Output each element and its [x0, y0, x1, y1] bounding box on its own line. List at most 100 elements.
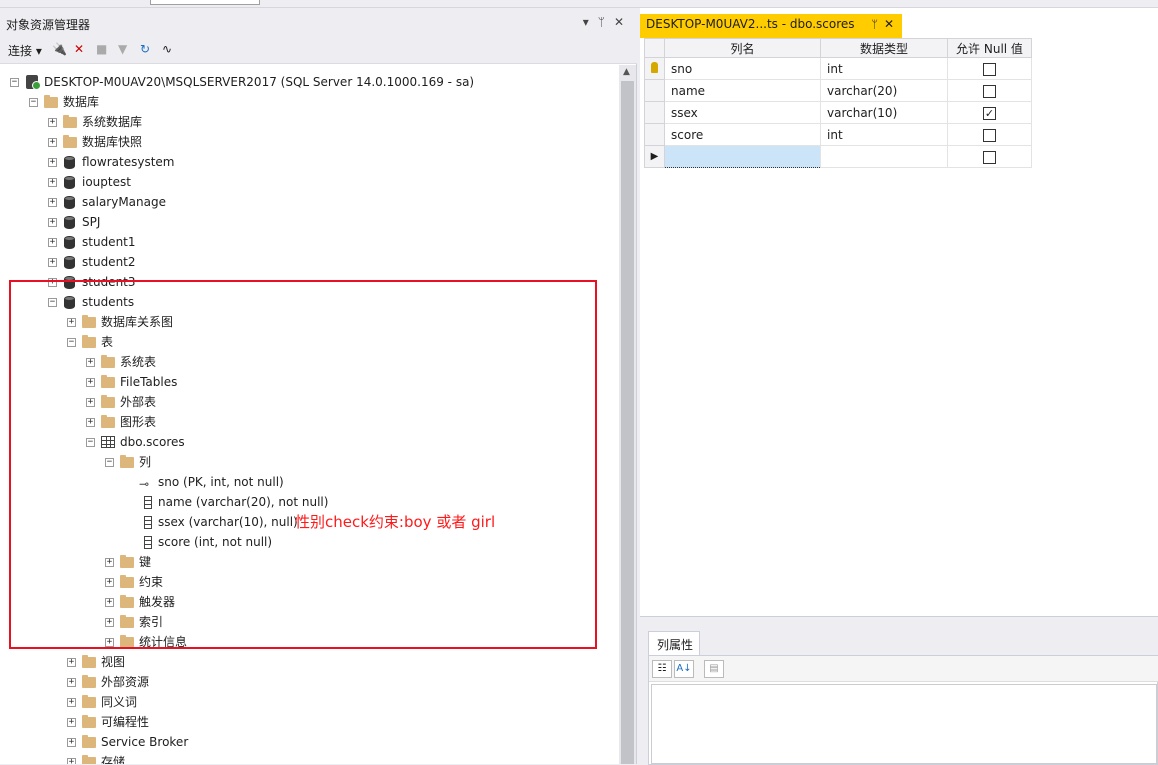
expand-icon[interactable]: + [67, 738, 76, 747]
allow-null-checkbox[interactable] [983, 84, 996, 98]
categorized-icon[interactable]: ☷ [652, 660, 672, 678]
tree-node-label: SPJ [82, 215, 101, 229]
folder-icon [82, 735, 96, 748]
property-pages-icon[interactable]: ▤ [704, 660, 724, 678]
collapse-icon[interactable]: − [67, 338, 76, 347]
folder-icon [120, 575, 134, 588]
table-row[interactable]: score int [644, 123, 1032, 146]
tab-pin-icon[interactable]: ᛘ [871, 18, 878, 31]
column-name-cell[interactable]: score [664, 123, 821, 146]
expand-icon[interactable]: + [67, 318, 76, 327]
folder-icon [63, 115, 77, 128]
data-type-cell[interactable] [820, 145, 948, 168]
data-type-cell[interactable]: varchar(20) [820, 79, 948, 102]
expand-icon[interactable]: + [105, 618, 114, 627]
connect-plug-icon[interactable]: 🔌 [52, 42, 67, 56]
tree-node-label: student2 [82, 255, 136, 269]
tree-node-label: 同义词 [101, 695, 138, 709]
tree-node-label: 约束 [139, 575, 164, 589]
expand-icon[interactable]: + [105, 598, 114, 607]
primary-key-icon [651, 61, 658, 73]
close-icon[interactable]: ✕ [614, 15, 633, 29]
tree-node-label: 数据库关系图 [101, 315, 174, 329]
expand-icon[interactable]: + [67, 718, 76, 727]
scrollbar-thumb[interactable] [621, 81, 634, 764]
collapse-icon[interactable]: − [10, 78, 19, 87]
folder-icon [120, 595, 134, 608]
sort-alphabetical-icon[interactable]: A↓ [674, 660, 694, 678]
expand-icon[interactable]: + [67, 758, 76, 764]
table-row[interactable]: ssex varchar(10) ✓ [644, 101, 1032, 124]
expand-icon[interactable]: + [86, 398, 95, 407]
tree-node-label: students [82, 295, 135, 309]
allow-null-checkbox[interactable] [983, 150, 996, 164]
folder-icon [101, 375, 115, 388]
refresh-icon[interactable]: ↻ [140, 42, 150, 56]
row-selector[interactable] [644, 123, 665, 146]
tree-node-label: 外部表 [120, 395, 157, 409]
tree-node-label: DESKTOP-M0UAV20\MSQLSERVER2017 (SQL Serv… [44, 75, 475, 89]
grid-corner [644, 38, 665, 58]
expand-icon[interactable]: + [48, 258, 57, 267]
tab-close-icon[interactable]: ✕ [884, 17, 894, 31]
expand-icon[interactable]: + [48, 238, 57, 247]
column-name-cell[interactable]: sno [664, 57, 821, 80]
expand-icon[interactable]: + [48, 178, 57, 187]
column-header: 列名 [664, 38, 821, 58]
grid-header-row: 列名 数据类型 允许 Null 值 [644, 38, 1032, 58]
expand-icon[interactable]: + [105, 558, 114, 567]
database-icon [64, 276, 75, 289]
folder-icon [120, 615, 134, 628]
expand-icon[interactable]: + [48, 218, 57, 227]
row-selector[interactable] [644, 57, 665, 80]
table-row[interactable]: ▶ [644, 145, 1032, 168]
connect-button[interactable]: 连接 ▾ [8, 42, 42, 59]
tree-node-label: 索引 [139, 615, 164, 629]
tab-column-properties[interactable]: 列属性 [648, 631, 700, 655]
data-type-cell[interactable]: varchar(10) [820, 101, 948, 124]
scroll-up-icon[interactable]: ▲ [623, 67, 630, 77]
server-icon [26, 75, 41, 90]
expand-icon[interactable]: + [86, 418, 95, 427]
expand-icon[interactable]: + [67, 698, 76, 707]
expand-icon[interactable]: + [48, 138, 57, 147]
expand-icon[interactable]: + [48, 278, 57, 287]
window-position-icon[interactable]: ▾ [583, 15, 598, 29]
expand-icon[interactable]: + [48, 158, 57, 167]
tree-scrollbar[interactable]: ▲ [619, 65, 636, 764]
pin-icon[interactable]: ᛘ [598, 15, 614, 29]
expand-icon[interactable]: + [67, 678, 76, 687]
expand-icon[interactable]: + [48, 118, 57, 127]
data-type-cell[interactable]: int [820, 57, 948, 80]
expand-icon[interactable]: + [86, 358, 95, 367]
collapse-icon[interactable]: − [105, 458, 114, 467]
document-tab-dbo-scores[interactable]: DESKTOP-M0UAV2...ts - dbo.scores ᛘ ✕ [640, 14, 902, 38]
panel-window-controls: ▾ᛘ✕ [583, 15, 633, 29]
activity-monitor-icon[interactable]: ∿ [162, 42, 172, 56]
data-type-cell[interactable]: int [820, 123, 948, 146]
expand-icon[interactable]: + [86, 378, 95, 387]
folder-icon [120, 455, 134, 468]
allow-null-checkbox[interactable] [983, 128, 996, 142]
expand-icon[interactable]: + [48, 198, 57, 207]
filter-icon[interactable]: ▼ [118, 42, 127, 56]
stop-icon[interactable]: ■ [96, 42, 107, 56]
table-row[interactable]: name varchar(20) [644, 79, 1032, 102]
collapse-icon[interactable]: − [48, 298, 57, 307]
collapse-icon[interactable]: − [29, 98, 38, 107]
toolbar-combo[interactable] [150, 0, 260, 5]
allow-null-checkbox[interactable] [983, 62, 996, 76]
expand-icon[interactable]: + [105, 578, 114, 587]
row-selector[interactable]: ▶ [644, 145, 665, 168]
table-row[interactable]: sno int [644, 57, 1032, 80]
row-selector[interactable] [644, 101, 665, 124]
allow-null-checkbox[interactable]: ✓ [983, 106, 996, 120]
disconnect-icon[interactable]: ✕ [74, 42, 84, 56]
column-name-cell[interactable] [664, 145, 821, 168]
column-name-cell[interactable]: name [664, 79, 821, 102]
column-name-cell[interactable]: ssex [664, 101, 821, 124]
row-selector[interactable] [644, 79, 665, 102]
expand-icon[interactable]: + [105, 638, 114, 647]
expand-icon[interactable]: + [67, 658, 76, 667]
collapse-icon[interactable]: − [86, 438, 95, 447]
